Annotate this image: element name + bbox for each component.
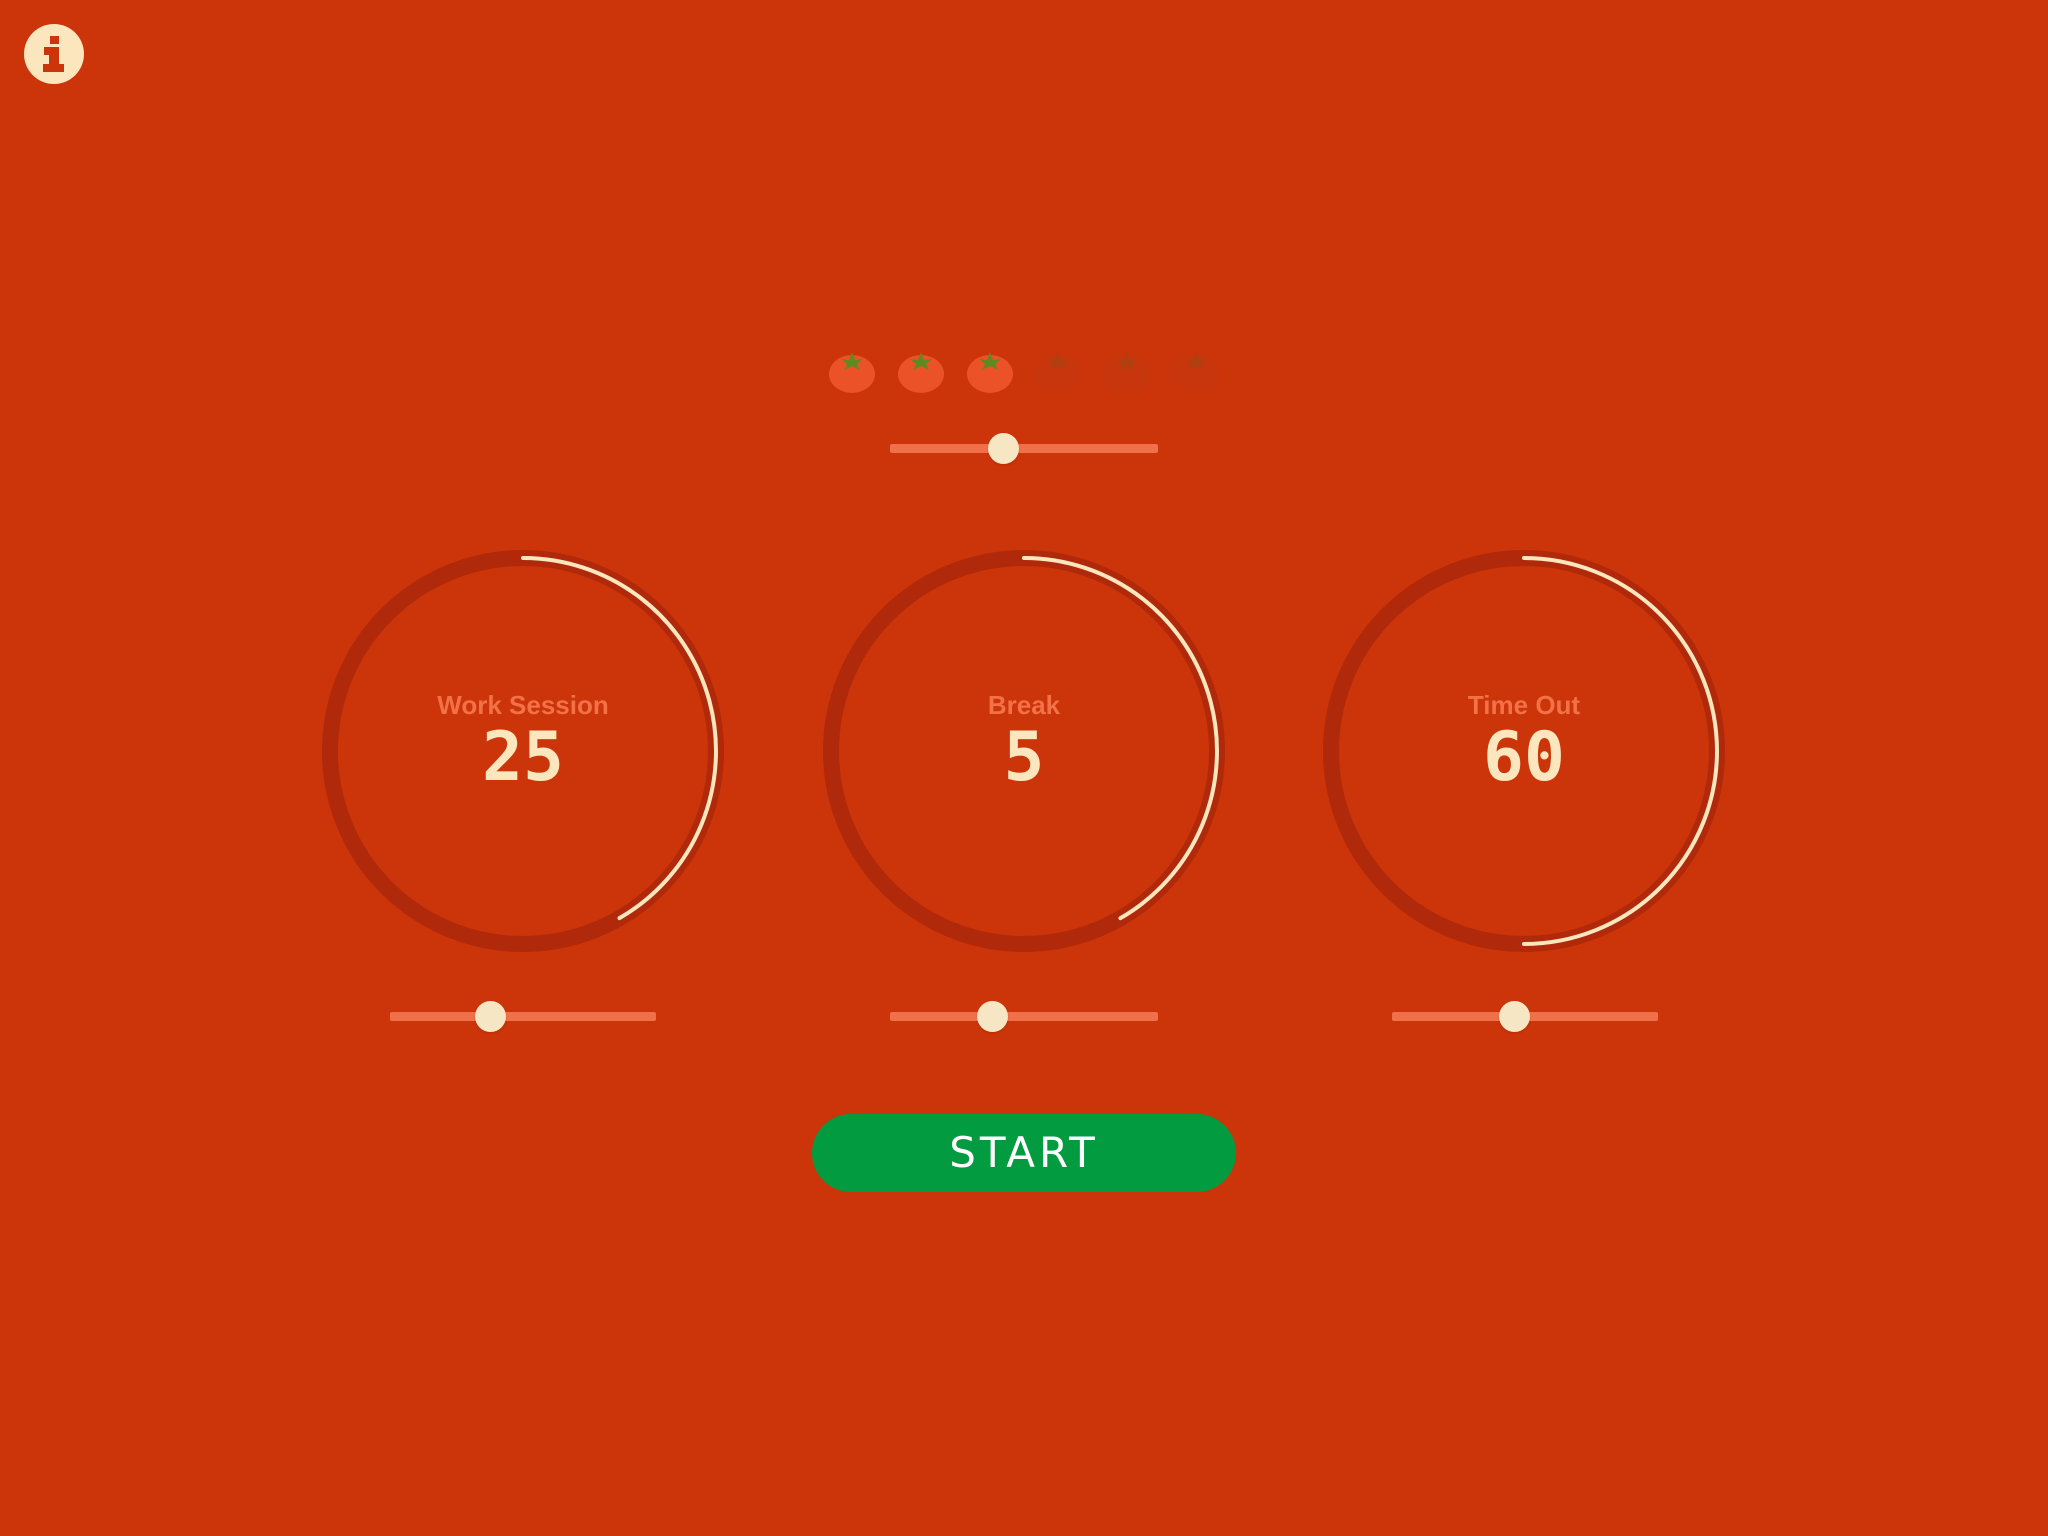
slider-track bbox=[390, 1012, 656, 1021]
work-session-label: Work Session bbox=[437, 690, 609, 720]
tomato-icon-inactive bbox=[1172, 352, 1219, 393]
break-label: Break bbox=[987, 690, 1061, 720]
slider-thumb[interactable] bbox=[1499, 1001, 1531, 1032]
break-slider[interactable] bbox=[890, 994, 1158, 1038]
tomato-icon-active bbox=[897, 352, 944, 393]
time-out-value: 60 bbox=[1483, 718, 1565, 797]
slider-thumb[interactable] bbox=[987, 433, 1019, 464]
info-button[interactable] bbox=[24, 24, 84, 84]
time-out-slider[interactable] bbox=[1392, 994, 1658, 1038]
work-session-dial[interactable]: Work Session 25 bbox=[318, 546, 728, 956]
time-out-label: Time Out bbox=[1467, 690, 1581, 720]
tomato-icon-active bbox=[829, 352, 875, 393]
tomato-icon-active bbox=[966, 352, 1013, 393]
break-dial[interactable]: Break 5 bbox=[819, 546, 1229, 956]
start-button[interactable]: START bbox=[812, 1114, 1236, 1192]
time-out-dial[interactable]: Time Out 60 bbox=[1319, 546, 1729, 956]
pomodoro-settings-screen: Work Session 25 Break 5 Time Out 60 STAR… bbox=[0, 0, 2048, 1536]
info-icon bbox=[43, 36, 64, 72]
session-count-slider[interactable] bbox=[890, 426, 1158, 470]
break-value: 5 bbox=[1003, 718, 1045, 797]
tomato-icon-inactive bbox=[1035, 352, 1082, 393]
slider-track bbox=[890, 444, 1158, 453]
work-session-value: 25 bbox=[482, 718, 564, 797]
slider-thumb[interactable] bbox=[976, 1001, 1008, 1032]
slider-thumb[interactable] bbox=[474, 1001, 506, 1032]
session-count-tomatoes bbox=[826, 340, 1222, 396]
work-session-slider[interactable] bbox=[390, 994, 656, 1038]
slider-track bbox=[890, 1012, 1158, 1021]
tomato-icon-inactive bbox=[1104, 352, 1151, 393]
